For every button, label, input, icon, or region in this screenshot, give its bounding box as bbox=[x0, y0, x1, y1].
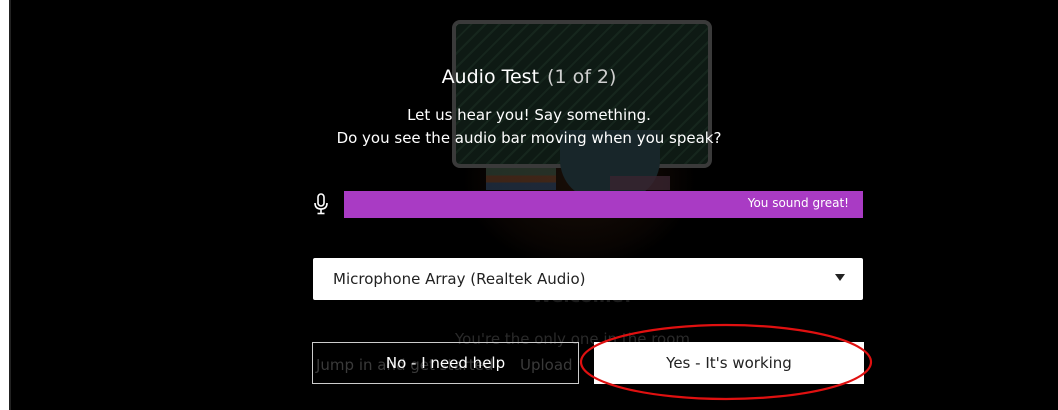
microphone-select-value: Microphone Array (Realtek Audio) bbox=[333, 270, 586, 288]
no-need-help-button[interactable]: No - I need help bbox=[312, 342, 579, 384]
microphone-select[interactable]: Microphone Array (Realtek Audio) bbox=[313, 258, 863, 300]
audio-test-question: Do you see the audio bar moving when you… bbox=[336, 129, 722, 147]
audio-test-step: (1 of 2) bbox=[547, 66, 617, 88]
microphone-icon bbox=[313, 193, 329, 215]
audio-test-heading: Audio Test bbox=[441, 66, 540, 88]
yes-its-working-button[interactable]: Yes - It's working bbox=[594, 342, 864, 384]
chevron-down-icon[interactable] bbox=[835, 274, 845, 281]
background-illustration-books bbox=[486, 168, 556, 190]
audio-level-meter: You sound great! bbox=[344, 191, 863, 218]
frame-border bbox=[9, 0, 11, 410]
audio-level-status: You sound great! bbox=[747, 196, 849, 210]
audio-test-title: Audio Test (1 of 2) bbox=[0, 66, 1058, 88]
audio-test-prompt: Let us hear you! Say something. bbox=[407, 106, 651, 124]
background-illustration-books bbox=[610, 176, 670, 190]
